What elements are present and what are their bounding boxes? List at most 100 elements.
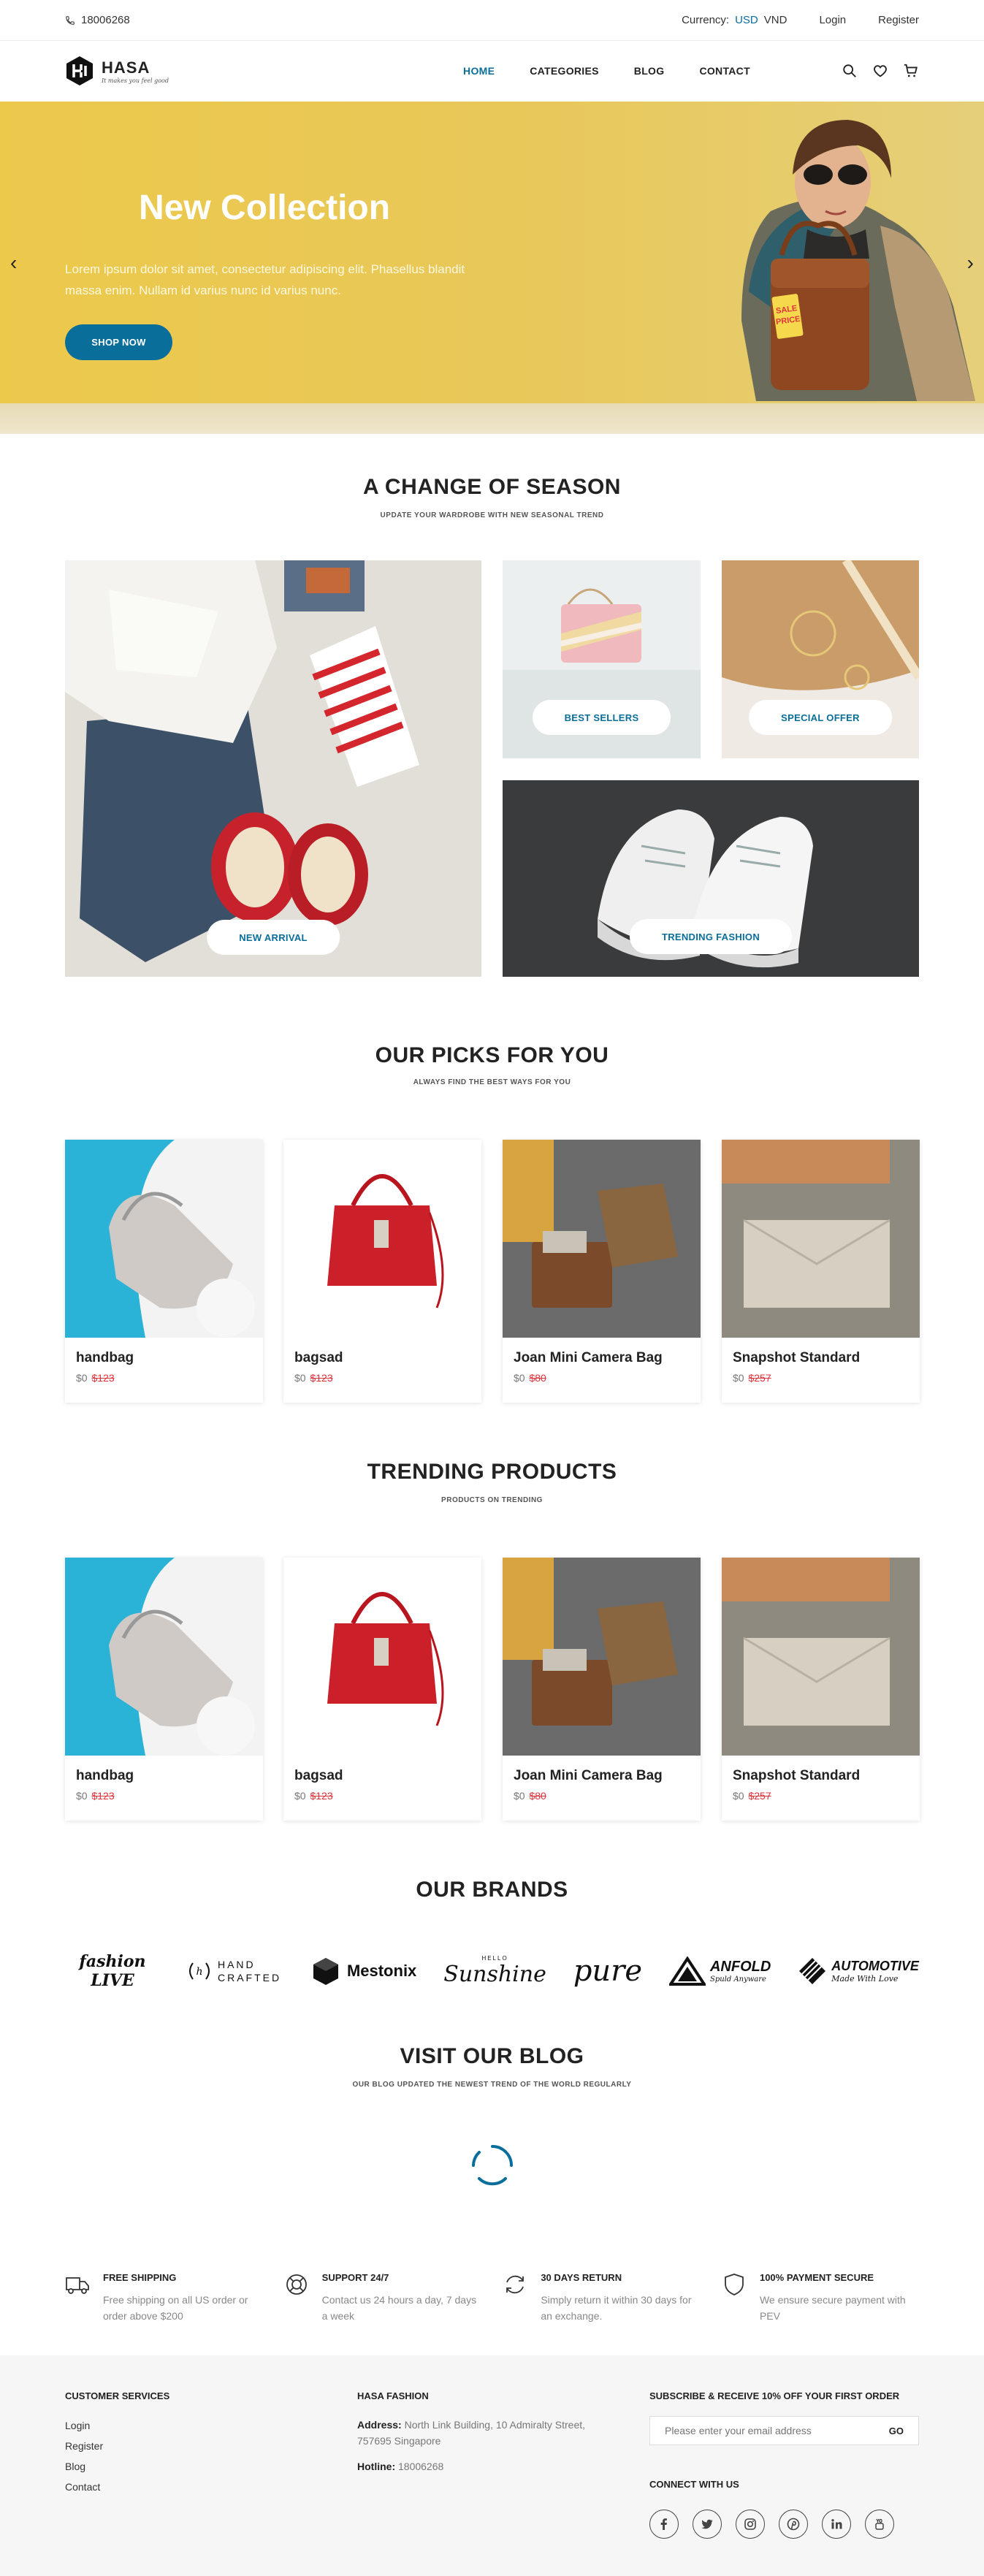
tile-trending-fashion[interactable]: TRENDING FASHION <box>503 780 919 977</box>
brand-hand-crafted[interactable]: h HAND CRAFTED <box>187 1958 283 1984</box>
product-card[interactable]: Joan Mini Camera Bag $0 $80 <box>503 1140 701 1403</box>
footer <box>0 2355 984 2576</box>
nav-blog[interactable]: BLOG <box>634 65 665 77</box>
product-name[interactable]: handbag <box>76 1350 134 1366</box>
brand-automotive[interactable]: AUTOMOTIVE Made With Love <box>798 1956 919 1986</box>
footer-blog-link[interactable]: Blog <box>65 2461 103 2472</box>
product-name[interactable]: bagsad <box>294 1768 343 1784</box>
brand-mestonix[interactable]: Mestonix <box>310 1956 416 1986</box>
product-image[interactable] <box>503 1140 701 1338</box>
subscribe-go-button[interactable]: GO <box>874 2426 918 2436</box>
product-card[interactable]: bagsad $0 $123 <box>283 1140 481 1403</box>
product-image[interactable] <box>503 1558 701 1756</box>
brand-sunshine[interactable]: HELLO Sunshine <box>443 1955 546 1987</box>
currency-usd[interactable]: USD <box>735 14 758 26</box>
phone-info: 18006268 <box>65 14 130 26</box>
feature-payment: 100% PAYMENT SECURE We ensure secure pay… <box>722 2272 919 2324</box>
feature-return: 30 DAYS RETURN Simply return it within 3… <box>503 2272 700 2324</box>
footer-register-link[interactable]: Register <box>65 2440 103 2452</box>
company-hotline: Hotline: 18006268 <box>357 2461 444 2472</box>
trending-title: TRENDING PRODUCTS <box>367 1460 617 1484</box>
hero-model-image: SALE PRICE <box>741 120 975 401</box>
tile-special-offer[interactable]: SPECIAL OFFER <box>722 560 919 758</box>
cart-icon[interactable] <box>903 63 919 79</box>
product-image[interactable] <box>722 1558 920 1756</box>
product-price: $0 $257 <box>733 1790 771 1802</box>
picks-subtitle: ALWAYS FIND THE BEST WAYS FOR YOU <box>413 1078 571 1086</box>
tile-best-sellers[interactable]: BEST SELLERS <box>503 560 701 758</box>
brand-fashion-live[interactable]: fashion LIVE <box>65 1952 160 1990</box>
shield-icon <box>725 2274 744 2295</box>
company-title: HASA FASHION <box>357 2390 429 2401</box>
product-price: $0 $257 <box>733 1372 771 1384</box>
hero-next-arrow[interactable]: › <box>967 251 974 275</box>
email-input[interactable] <box>650 2425 874 2436</box>
nav-contact[interactable]: CONTACT <box>699 65 750 77</box>
linkedin-icon[interactable] <box>822 2510 851 2539</box>
product-name[interactable]: Snapshot Standard <box>733 1350 860 1366</box>
product-card[interactable]: Snapshot Standard $0 $257 <box>722 1558 920 1821</box>
hero-prev-arrow[interactable]: ‹ <box>10 251 17 275</box>
feature-support: SUPPORT 24/7 Contact us 24 hours a day, … <box>284 2272 481 2324</box>
product-card[interactable]: Snapshot Standard $0 $257 <box>722 1140 920 1403</box>
new-arrival-button[interactable]: NEW ARRIVAL <box>207 920 340 955</box>
product-name[interactable]: Joan Mini Camera Bag <box>514 1768 663 1784</box>
product-name[interactable]: Snapshot Standard <box>733 1768 860 1784</box>
blog-title: VISIT OUR BLOG <box>400 2044 584 2068</box>
season-title: A CHANGE OF SEASON <box>363 475 621 499</box>
product-card[interactable]: handbag $0 $123 <box>65 1558 263 1821</box>
new-arrival-image <box>65 560 481 977</box>
product-name[interactable]: handbag <box>76 1768 134 1784</box>
twitter-icon[interactable] <box>693 2510 722 2539</box>
product-card[interactable]: Joan Mini Camera Bag $0 $80 <box>503 1558 701 1821</box>
logo[interactable]: HASA It makes you feel good <box>65 56 284 86</box>
brands-title: OUR BRANDS <box>416 1878 568 1902</box>
instagram-icon[interactable] <box>736 2510 765 2539</box>
product-price: $0 $123 <box>76 1790 115 1802</box>
heart-icon[interactable] <box>872 63 888 79</box>
currency-vnd[interactable]: VND <box>764 14 787 26</box>
wreath-icon: h <box>188 1962 210 1980</box>
product-image[interactable] <box>722 1140 920 1338</box>
footer-login-link[interactable]: Login <box>65 2420 103 2431</box>
feature-description: Free shipping on all US order or order a… <box>103 2294 248 2322</box>
product-image[interactable] <box>283 1558 481 1756</box>
tile-new-arrival[interactable]: NEW ARRIVAL <box>65 560 481 977</box>
company-address: Address: North Link Building, 10 Admiral… <box>357 2419 586 2447</box>
brand-pure[interactable]: pure <box>573 1954 642 1988</box>
logo-name: HASA <box>102 58 150 77</box>
search-icon[interactable] <box>842 63 858 79</box>
hero-description: Lorem ipsum dolor sit amet, consectetur … <box>65 262 465 297</box>
product-price: $0 $123 <box>294 1790 333 1802</box>
pinterest-icon[interactable] <box>779 2510 808 2539</box>
stripes-logo-icon <box>799 1958 826 1984</box>
youtube-icon[interactable] <box>865 2510 894 2539</box>
product-name[interactable]: bagsad <box>294 1350 343 1366</box>
logo-tagline: It makes you feel good <box>102 77 169 84</box>
season-subtitle: UPDATE YOUR WARDROBE WITH NEW SEASONAL T… <box>380 511 604 519</box>
best-sellers-button[interactable]: BEST SELLERS <box>532 700 671 735</box>
register-link[interactable]: Register <box>878 14 919 26</box>
nav-home[interactable]: HOME <box>463 65 495 77</box>
truck-icon <box>66 2277 89 2294</box>
product-image[interactable] <box>283 1140 481 1338</box>
product-image[interactable] <box>65 1140 263 1338</box>
phone-number: 18006268 <box>81 14 130 26</box>
product-image[interactable] <box>65 1558 263 1756</box>
product-name[interactable]: Joan Mini Camera Bag <box>514 1350 663 1366</box>
brand-anfold[interactable]: ANFOLD Spuld Anyware <box>668 1956 771 1986</box>
cube-icon <box>313 1958 338 1985</box>
feature-title: FREE SHIPPING <box>103 2272 177 2283</box>
main-header: HASA It makes you feel good HOME CATEGOR… <box>0 42 984 100</box>
special-offer-button[interactable]: SPECIAL OFFER <box>749 700 892 735</box>
trending-fashion-button[interactable]: TRENDING FASHION <box>629 919 793 954</box>
login-link[interactable]: Login <box>819 14 846 26</box>
trending-subtitle: PRODUCTS ON TRENDING <box>441 1496 543 1504</box>
facebook-icon[interactable] <box>649 2510 679 2539</box>
nav-categories[interactable]: CATEGORIES <box>530 65 599 77</box>
product-card[interactable]: bagsad $0 $123 <box>283 1558 481 1821</box>
shop-now-button[interactable]: SHOP NOW <box>65 324 172 360</box>
product-card[interactable]: handbag $0 $123 <box>65 1140 263 1403</box>
blog-subtitle: OUR BLOG UPDATED THE NEWEST TREND OF THE… <box>352 2081 632 2089</box>
footer-contact-link[interactable]: Contact <box>65 2481 103 2493</box>
